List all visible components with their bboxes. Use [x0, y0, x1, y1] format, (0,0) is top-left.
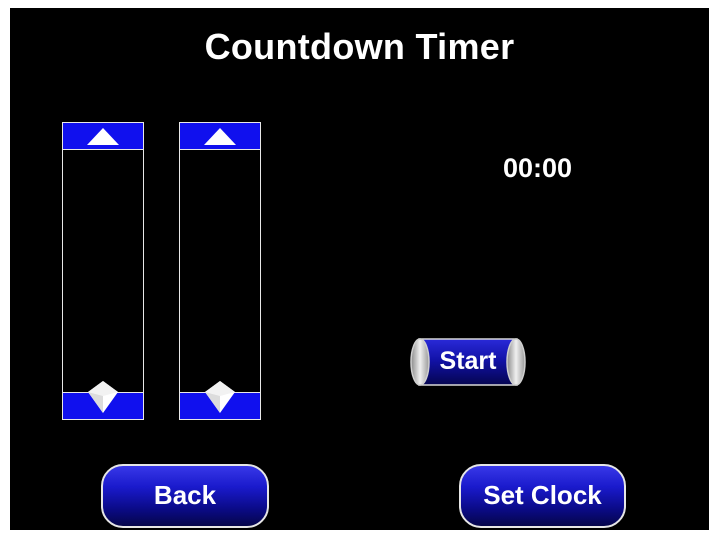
back-button[interactable]: Back	[101, 464, 269, 528]
timer-display: 00:00	[502, 153, 573, 183]
minutes-slider-track[interactable]	[63, 150, 143, 393]
minutes-increment-button[interactable]	[63, 123, 143, 150]
start-button-label: Start	[439, 347, 497, 375]
triangle-up-icon	[204, 128, 236, 145]
triangle-up-icon	[87, 128, 119, 145]
seconds-slider-track[interactable]	[180, 150, 260, 393]
seconds-increment-button[interactable]	[180, 123, 260, 150]
set-clock-button[interactable]: Set Clock	[459, 464, 626, 528]
minutes-slider-thumb[interactable]	[84, 379, 122, 417]
minutes-slider[interactable]	[62, 122, 144, 420]
page-title: Countdown Timer	[204, 26, 515, 67]
seconds-slider[interactable]	[179, 122, 261, 420]
seconds-slider-thumb[interactable]	[201, 379, 239, 417]
hmi-screen: Countdown Timer 00:00 Start Back Set Clo…	[10, 8, 709, 530]
start-button[interactable]: Start	[409, 337, 527, 387]
